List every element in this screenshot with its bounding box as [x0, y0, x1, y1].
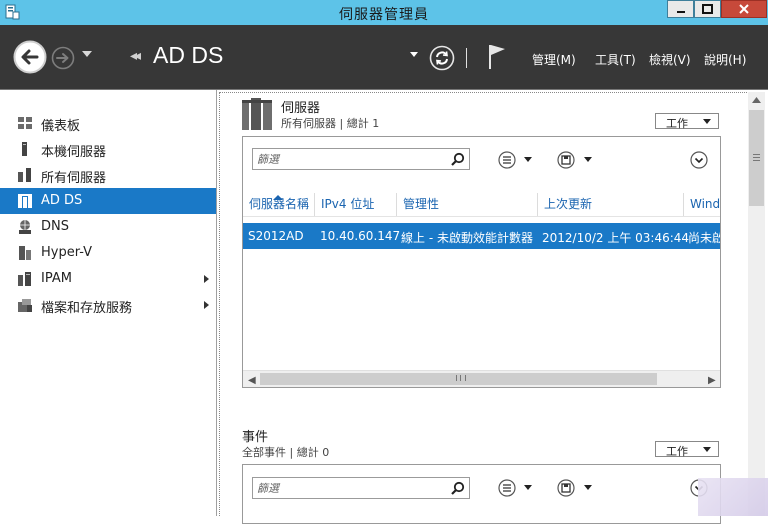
- maximize-icon: [702, 4, 713, 14]
- sidebar-item-dns[interactable]: DNS: [0, 214, 216, 240]
- close-icon: [739, 4, 749, 14]
- list-options-dropdown-icon[interactable]: [524, 485, 532, 490]
- sidebar-item-all-servers[interactable]: 所有伺服器: [0, 162, 216, 188]
- search-icon[interactable]: [451, 481, 465, 495]
- menu-tools[interactable]: 工具(T): [595, 51, 636, 68]
- expand-arrow-icon[interactable]: [204, 301, 209, 309]
- local-server-icon: [22, 142, 27, 156]
- cell-windows: 尚未啟: [688, 231, 720, 245]
- menu-manage[interactable]: 管理(M): [532, 51, 576, 68]
- scroll-left-icon[interactable]: ◀: [248, 375, 256, 386]
- column-header-windows[interactable]: Wind: [683, 193, 720, 217]
- list-options-icon[interactable]: [498, 151, 516, 169]
- sidebar-item-hyper-v[interactable]: Hyper-V: [0, 240, 216, 266]
- tasks-label: 工作: [666, 117, 688, 130]
- sidebar-item-file-storage[interactable]: 檔案和存放服務: [0, 292, 216, 318]
- window-title: 伺服器管理員: [339, 7, 429, 23]
- notifications-flag-icon[interactable]: [487, 44, 507, 70]
- hyper-v-icon: [19, 246, 31, 260]
- scroll-right-icon[interactable]: ▶: [708, 375, 716, 386]
- scroll-grip-icon: [456, 375, 466, 381]
- save-query-dropdown-icon[interactable]: [584, 157, 592, 162]
- sidebar-item-label: DNS: [41, 219, 69, 234]
- vertical-scrollbar[interactable]: [748, 92, 765, 516]
- events-section-title: 事件: [242, 430, 269, 445]
- column-header-last-update[interactable]: 上次更新: [537, 193, 683, 217]
- sort-ascending-icon: [273, 195, 283, 200]
- menu-view[interactable]: 檢視(V): [649, 51, 691, 68]
- tasks-label: 工作: [666, 445, 688, 458]
- save-query-icon[interactable]: [557, 151, 575, 169]
- ad-ds-icon: [18, 194, 32, 208]
- close-button[interactable]: [721, 0, 767, 18]
- sidebar: 儀表板 本機伺服器 所有伺服器 AD DS DNS Hyper-V IPAM 檔…: [0, 90, 217, 516]
- sidebar-item-label: 檔案和存放服務: [41, 301, 133, 316]
- minimize-icon: [676, 11, 685, 13]
- cell-last-update: 2012/10/2 上午 03:46:44: [542, 231, 690, 245]
- back-button[interactable]: [13, 40, 47, 74]
- events-filter-box[interactable]: [252, 477, 470, 499]
- column-header-manageability[interactable]: 管理性: [396, 193, 537, 217]
- list-options-icon[interactable]: [498, 479, 516, 497]
- history-dropdown-icon[interactable]: [82, 51, 92, 57]
- servers-filter-box[interactable]: [252, 148, 470, 170]
- events-filter-input[interactable]: [257, 480, 447, 496]
- servers-panel: [242, 136, 721, 388]
- chevron-down-icon: [703, 447, 711, 452]
- chevron-down-icon: [703, 119, 711, 124]
- list-options-dropdown-icon[interactable]: [524, 157, 532, 162]
- all-servers-icon: [18, 168, 31, 182]
- screen-glare: [698, 478, 768, 516]
- sidebar-item-label: 所有伺服器: [41, 171, 107, 186]
- sidebar-item-local-server[interactable]: 本機伺服器: [0, 136, 216, 162]
- file-storage-icon: [18, 299, 32, 312]
- breadcrumb-arrows-icon: ◂◂: [130, 48, 141, 64]
- refresh-dropdown-icon[interactable]: [410, 52, 418, 57]
- minimize-button[interactable]: [667, 0, 694, 18]
- sidebar-item-ad-ds[interactable]: AD DS: [0, 188, 216, 214]
- breadcrumb: AD DS: [153, 42, 224, 68]
- vertical-scroll-thumb[interactable]: [749, 110, 764, 206]
- servers-tasks-button[interactable]: 工作: [655, 113, 719, 130]
- cell-server-name: S2012AD: [248, 229, 304, 243]
- events-tasks-button[interactable]: 工作: [655, 441, 719, 458]
- cell-manageability: 線上 - 未啟動效能計數器: [401, 231, 533, 245]
- sidebar-item-ipam[interactable]: IPAM: [0, 266, 216, 292]
- search-icon[interactable]: [451, 152, 465, 166]
- title-bar: 伺服器管理員: [0, 0, 768, 25]
- column-header-ipv4[interactable]: IPv4 位址: [314, 193, 396, 217]
- horizontal-scrollbar[interactable]: ◀ ▶: [243, 370, 720, 387]
- cell-ipv4: 10.40.60.147: [320, 229, 401, 243]
- servers-section-title: 伺服器: [281, 101, 321, 116]
- sidebar-item-label: 儀表板: [41, 119, 81, 134]
- maximize-button[interactable]: [694, 0, 721, 18]
- sidebar-item-label: IPAM: [41, 271, 72, 286]
- refresh-button[interactable]: [429, 45, 455, 71]
- sidebar-item-label: AD DS: [41, 193, 83, 208]
- sidebar-item-label: 本機伺服器: [41, 145, 107, 160]
- events-section-subtitle: 全部事件 | 總計 0: [242, 446, 330, 459]
- expand-panel-icon[interactable]: [690, 151, 708, 169]
- focus-border-left: [219, 92, 220, 516]
- column-header-divider: [243, 216, 720, 217]
- menu-help[interactable]: 說明(H): [704, 51, 746, 68]
- focus-border-top: [219, 92, 749, 93]
- sidebar-item-dashboard[interactable]: 儀表板: [0, 110, 216, 136]
- save-query-icon[interactable]: [557, 479, 575, 497]
- scroll-up-icon[interactable]: [752, 97, 761, 103]
- save-query-dropdown-icon[interactable]: [584, 485, 592, 490]
- dashboard-icon: [18, 117, 32, 129]
- sidebar-item-label: Hyper-V: [41, 245, 93, 260]
- servers-section-icon: [242, 98, 272, 130]
- dns-icon: [19, 220, 31, 234]
- servers-section-subtitle: 所有伺服器 | 總計 1: [281, 117, 380, 130]
- expand-arrow-icon[interactable]: [204, 275, 209, 283]
- servers-filter-input[interactable]: [257, 151, 447, 167]
- forward-button[interactable]: [51, 46, 75, 70]
- header-separator: [466, 48, 467, 68]
- ipam-icon: [18, 272, 31, 286]
